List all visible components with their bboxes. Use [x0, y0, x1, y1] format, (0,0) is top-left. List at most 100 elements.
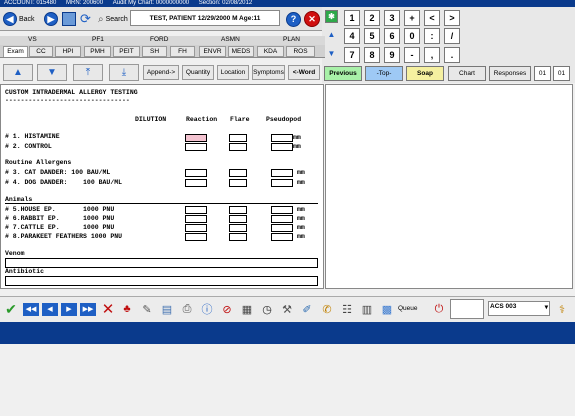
symptoms-button[interactable]: Symptoms [252, 65, 285, 80]
power-icon[interactable]: ⏻ [430, 300, 448, 318]
pseudopod-field[interactable] [271, 206, 293, 214]
phone-icon[interactable]: ✆ [318, 300, 336, 318]
keypad-key[interactable]: . [444, 47, 460, 63]
flare-field[interactable] [229, 179, 247, 187]
tab-exam[interactable]: Exam [3, 46, 28, 57]
move-top-button[interactable]: ⤒ [73, 64, 103, 81]
prev-record-button[interactable]: ◀ [41, 300, 59, 318]
info-icon[interactable]: ⓘ [198, 300, 216, 318]
flare-field[interactable] [229, 224, 247, 232]
tools-icon[interactable]: ⚒ [278, 300, 296, 318]
keypad-key[interactable]: 7 [344, 47, 360, 63]
reaction-field[interactable] [185, 143, 207, 151]
keypad-key[interactable]: 0 [404, 28, 420, 44]
top-button[interactable]: -Top- [365, 66, 403, 81]
keypad-key[interactable]: < [424, 10, 440, 26]
no-entry-icon[interactable]: ⊘ [218, 300, 236, 318]
search-button[interactable]: ⌕ Search [98, 10, 128, 28]
back-button[interactable]: ◀ Back [3, 10, 35, 28]
tab-cc[interactable]: CC [29, 46, 53, 57]
keypad-key[interactable]: , [424, 47, 440, 63]
checkmark-icon[interactable]: ✔ [2, 300, 20, 318]
grid-icon[interactable]: ▥ [358, 300, 376, 318]
move-bottom-button[interactable]: ⤓ [109, 64, 139, 81]
tab-group-asmn[interactable]: ASMN [221, 36, 240, 43]
reaction-field[interactable] [185, 206, 207, 214]
code-field-2[interactable]: 01 [553, 66, 570, 81]
tab-envr[interactable]: ENVR [199, 46, 226, 57]
tab-group-plan[interactable]: PLAN [283, 36, 300, 43]
flare-field[interactable] [229, 233, 247, 241]
antibiotic-field[interactable] [5, 276, 318, 286]
calculator-icon[interactable]: ✱ [325, 10, 338, 23]
tab-fh[interactable]: FH [170, 46, 195, 57]
exam-content-area[interactable]: CUSTOM INTRADERMAL ALLERGY TESTING -----… [0, 84, 324, 289]
calendar-icon[interactable]: ▦ [238, 300, 256, 318]
reaction-field[interactable] [185, 179, 207, 187]
keypad-key[interactable]: 2 [364, 10, 380, 26]
tab-group-ford[interactable]: FORD [150, 36, 168, 43]
refresh-button[interactable]: ⟳ [80, 10, 94, 28]
keypad-key[interactable]: / [444, 28, 460, 44]
up-arrow-icon[interactable]: ▲ [325, 28, 338, 41]
reaction-field[interactable] [185, 169, 207, 177]
flare-field[interactable] [229, 206, 247, 214]
tab-meds[interactable]: MEDS [228, 46, 254, 57]
clock-icon[interactable]: ◷ [258, 300, 276, 318]
code-field-1[interactable]: 01 [534, 66, 551, 81]
home-button[interactable] [62, 10, 76, 28]
flare-field[interactable] [229, 134, 247, 142]
flare-field[interactable] [229, 169, 247, 177]
first-record-button[interactable]: ◀◀ [22, 300, 40, 318]
pseudopod-field[interactable] [271, 233, 293, 241]
help-button[interactable]: ? [286, 10, 301, 28]
keypad-key[interactable]: 9 [384, 47, 400, 63]
people-icon[interactable]: ♣ [118, 300, 136, 318]
forward-button[interactable]: ▶ [44, 10, 58, 28]
tab-ros[interactable]: ROS [286, 46, 315, 57]
tab-sh[interactable]: SH [142, 46, 167, 57]
tab-hpi[interactable]: HPI [55, 46, 81, 57]
responses-button[interactable]: Responses [489, 66, 531, 81]
blank-field[interactable] [450, 299, 484, 319]
reaction-field[interactable] [185, 233, 207, 241]
pseudopod-field[interactable] [271, 224, 293, 232]
document-icon[interactable]: ▤ [158, 300, 176, 318]
pseudopod-field[interactable] [271, 169, 293, 177]
flare-field[interactable] [229, 143, 247, 151]
pseudopod-field[interactable] [271, 215, 293, 223]
response-panel[interactable] [325, 84, 573, 289]
word-button[interactable]: <-Word [288, 65, 320, 80]
keypad-key[interactable]: > [444, 10, 460, 26]
keypad-key[interactable]: 3 [384, 10, 400, 26]
chart-button[interactable]: Chart [448, 66, 486, 81]
append-button[interactable]: Append-> [143, 65, 179, 80]
last-record-button[interactable]: ▶▶ [79, 300, 97, 318]
keypad-key[interactable]: - [404, 47, 420, 63]
keypad-key[interactable]: + [404, 10, 420, 26]
location-button[interactable]: Location [217, 65, 249, 80]
tab-group-vs[interactable]: VS [28, 36, 37, 43]
down-arrow-icon[interactable]: ▼ [325, 47, 338, 60]
form-icon[interactable]: ☷ [338, 300, 356, 318]
tab-group-pf1[interactable]: PF1 [92, 36, 104, 43]
printer-icon[interactable]: ⎙ [178, 300, 196, 318]
keypad-key[interactable]: 5 [364, 28, 380, 44]
queue-icon[interactable]: ▩ [378, 300, 396, 318]
keypad-key[interactable]: 4 [344, 28, 360, 44]
keypad-key[interactable]: 1 [344, 10, 360, 26]
reaction-field[interactable] [185, 224, 207, 232]
reaction-field[interactable] [185, 215, 207, 223]
note-icon[interactable]: ✎ [138, 300, 156, 318]
keypad-key[interactable]: : [424, 28, 440, 44]
tab-peit[interactable]: PEIT [113, 46, 140, 57]
previous-button[interactable]: Previous [324, 66, 362, 81]
keypad-key[interactable]: 6 [384, 28, 400, 44]
pseudopod-field[interactable] [271, 143, 293, 151]
pseudopod-field[interactable] [271, 179, 293, 187]
soap-button[interactable]: Soap [406, 66, 444, 81]
move-up-button[interactable]: ▲ [3, 64, 33, 81]
venom-field[interactable] [5, 258, 318, 268]
delete-icon[interactable]: ✕ [99, 300, 117, 318]
move-down-button[interactable]: ▼ [37, 64, 67, 81]
